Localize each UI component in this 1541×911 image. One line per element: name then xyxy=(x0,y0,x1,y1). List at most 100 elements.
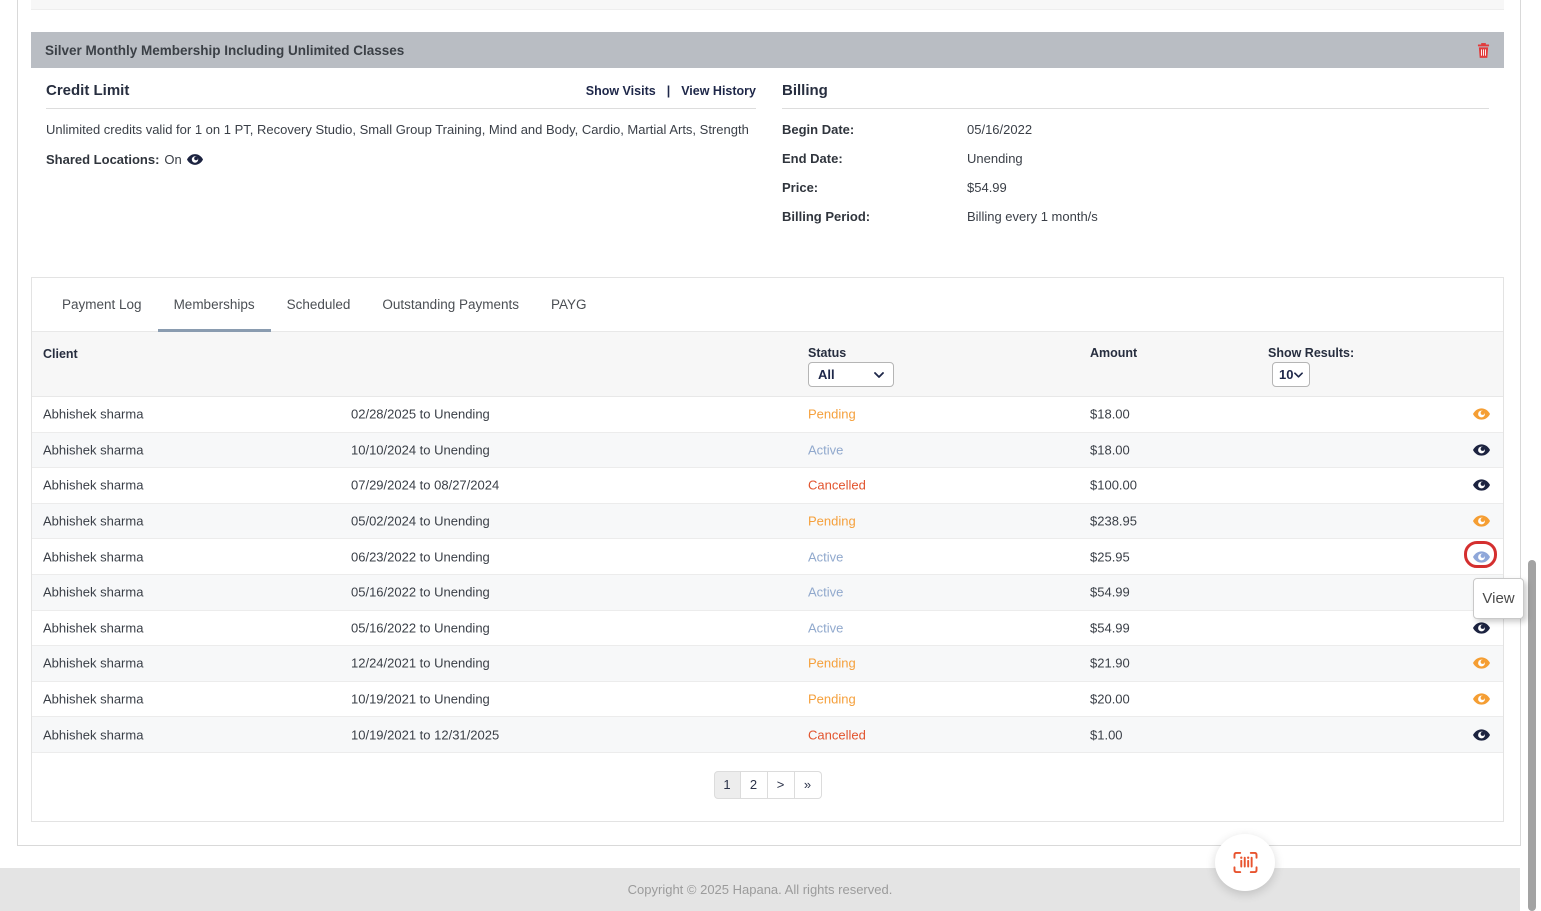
column-header-status: Status xyxy=(808,346,846,360)
period-cell: 05/16/2022 to Unending xyxy=(351,620,490,635)
content-frame-bottom-border xyxy=(17,845,1521,846)
tab-label: Scheduled xyxy=(287,297,351,312)
status-filter-select[interactable]: All xyxy=(808,362,894,387)
period-cell: 12/24/2021 to Unending xyxy=(351,656,490,671)
period-cell: 05/02/2024 to Unending xyxy=(351,514,490,529)
amount-cell: $54.99 xyxy=(1090,585,1130,600)
client-cell: Abhishek sharma xyxy=(43,585,143,600)
previous-card-edge xyxy=(31,0,1504,10)
pagination: 1 2 > » xyxy=(32,771,1503,799)
eye-icon xyxy=(1473,729,1490,741)
tabs-bar: Payment Log Memberships Scheduled Outsta… xyxy=(32,278,1503,332)
show-visits-link[interactable]: Show Visits xyxy=(586,84,656,98)
view-row-button[interactable] xyxy=(1473,444,1490,456)
table-header: Client Status All Amount Show Results: 1… xyxy=(32,332,1503,397)
period-cell: 06/23/2022 to Unending xyxy=(351,549,490,564)
tab[interactable]: Payment Log xyxy=(46,278,158,331)
show-results-select[interactable]: 10 xyxy=(1272,362,1310,387)
billing-field-label: End Date: xyxy=(782,151,967,167)
show-results-value: 10 xyxy=(1279,367,1293,382)
pagination-label: > xyxy=(777,777,785,792)
billing-field-value: Billing every 1 month/s xyxy=(967,209,1098,225)
status-cell: Pending xyxy=(808,407,856,422)
tab[interactable]: PAYG xyxy=(535,278,603,331)
billing-field-label: Price: xyxy=(782,180,967,196)
period-cell: 07/29/2024 to 08/27/2024 xyxy=(351,478,499,493)
pagination-button[interactable]: » xyxy=(795,771,822,799)
amount-cell: $18.00 xyxy=(1090,442,1130,457)
credit-limit-description: Unlimited credits valid for 1 on 1 PT, R… xyxy=(46,122,756,137)
table-row: Abhishek sharma 02/28/2025 to Unending P… xyxy=(32,397,1503,433)
eye-icon xyxy=(1473,444,1490,456)
client-cell: Abhishek sharma xyxy=(43,620,143,635)
membership-card-body: Credit Limit Show Visits | View History … xyxy=(31,68,1504,238)
status-cell: Pending xyxy=(808,656,856,671)
view-row-button[interactable] xyxy=(1473,693,1490,705)
status-cell: Pending xyxy=(808,514,856,529)
period-cell: 05/16/2022 to Unending xyxy=(351,585,490,600)
amount-cell: $18.00 xyxy=(1090,407,1130,422)
chevron-down-icon xyxy=(1294,372,1303,378)
view-tooltip: View xyxy=(1473,578,1524,619)
billing-field-value: 05/16/2022 xyxy=(967,122,1032,138)
delete-membership-button[interactable] xyxy=(1477,43,1490,58)
link-separator: | xyxy=(667,84,671,98)
client-cell: Abhishek sharma xyxy=(43,478,143,493)
pagination-button[interactable]: 1 xyxy=(714,771,741,799)
billing-field-label: Begin Date: xyxy=(782,122,967,138)
page-footer: Copyright © 2025 Hapana. All rights rese… xyxy=(0,868,1520,911)
membership-card: Silver Monthly Membership Including Unli… xyxy=(31,32,1504,238)
shared-locations-value: On xyxy=(164,152,181,167)
view-row-button[interactable] xyxy=(1473,479,1490,491)
pagination-label: 2 xyxy=(750,777,757,792)
eye-icon xyxy=(1473,657,1490,669)
client-cell: Abhishek sharma xyxy=(43,514,143,529)
view-row-button[interactable] xyxy=(1473,622,1490,634)
table-row: Abhishek sharma 05/16/2022 to Unending A… xyxy=(32,575,1503,611)
status-cell: Active xyxy=(808,549,843,564)
eye-icon xyxy=(1473,622,1490,634)
billing-section: Billing Begin Date: 05/16/2022 End Date:… xyxy=(782,82,1489,225)
status-cell: Active xyxy=(808,620,843,635)
view-row-button[interactable] xyxy=(1473,408,1490,420)
tab-label: Memberships xyxy=(174,297,255,312)
amount-cell: $25.95 xyxy=(1090,549,1130,564)
membership-title: Silver Monthly Membership Including Unli… xyxy=(45,43,404,58)
client-cell: Abhishek sharma xyxy=(43,549,143,564)
view-row-button[interactable] xyxy=(1473,551,1490,563)
payments-panel: Payment Log Memberships Scheduled Outsta… xyxy=(31,277,1504,822)
status-cell: Active xyxy=(808,585,843,600)
scrollbar-thumb[interactable] xyxy=(1528,560,1536,911)
view-row-button[interactable] xyxy=(1473,729,1490,741)
show-results-label: Show Results: xyxy=(1268,346,1354,360)
chevron-down-icon xyxy=(874,372,884,378)
tab[interactable]: Scheduled xyxy=(271,278,367,331)
eye-icon xyxy=(1473,693,1490,705)
billing-heading: Billing xyxy=(782,82,828,99)
shared-locations-eye-icon[interactable] xyxy=(187,154,203,165)
client-cell: Abhishek sharma xyxy=(43,407,143,422)
credit-limit-divider xyxy=(46,108,756,109)
billing-field-row: Begin Date: 05/16/2022 xyxy=(782,122,1489,138)
status-filter-value: All xyxy=(818,367,835,382)
membership-card-titlebar: Silver Monthly Membership Including Unli… xyxy=(31,32,1504,68)
view-row-button[interactable] xyxy=(1473,657,1490,669)
amount-cell: $20.00 xyxy=(1090,692,1130,707)
barcode-scan-icon xyxy=(1232,851,1259,874)
trash-icon xyxy=(1477,43,1490,58)
scan-checkin-button[interactable] xyxy=(1215,834,1275,891)
client-cell: Abhishek sharma xyxy=(43,727,143,742)
tab[interactable]: Memberships xyxy=(158,278,271,331)
pagination-button[interactable]: 2 xyxy=(741,771,768,799)
view-row-button[interactable] xyxy=(1473,515,1490,527)
client-cell: Abhishek sharma xyxy=(43,656,143,671)
view-history-link[interactable]: View History xyxy=(681,84,756,98)
tab-label: Payment Log xyxy=(62,297,142,312)
billing-field-row: Price: $54.99 xyxy=(782,180,1489,196)
tab[interactable]: Outstanding Payments xyxy=(366,278,535,331)
billing-field-row: Billing Period: Billing every 1 month/s xyxy=(782,209,1489,225)
period-cell: 10/19/2021 to 12/31/2025 xyxy=(351,727,499,742)
table-row: Abhishek sharma 10/19/2021 to Unending P… xyxy=(32,682,1503,718)
status-cell: Pending xyxy=(808,692,856,707)
pagination-button[interactable]: > xyxy=(768,771,795,799)
